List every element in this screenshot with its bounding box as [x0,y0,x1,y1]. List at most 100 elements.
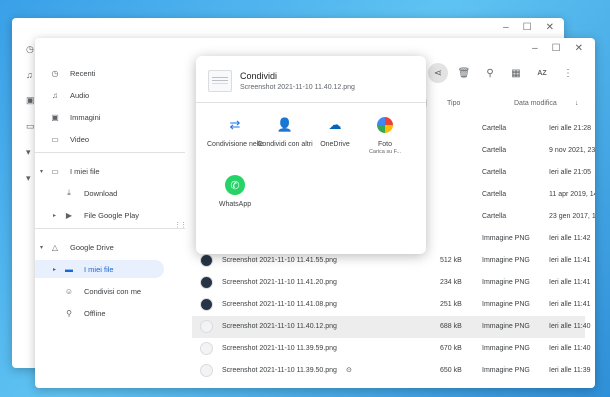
grid-icon: ▦ [511,67,521,79]
file-type: Immagine PNG [482,323,530,330]
video-icon: ▭ [26,121,35,131]
share-divider [196,102,426,103]
sidebar-divider [35,228,185,229]
file-date: Ieri alle 21:05 [549,169,592,176]
sidebar-item-google-drive[interactable]: ▾ △ Google Drive [40,238,114,256]
image-icon: ▣ [26,95,35,105]
file-type: Immagine PNG [482,367,530,374]
file-thumbnail [200,342,213,355]
sidebar-item-shared-with-me[interactable]: ☺ Condivisi con me [63,282,141,300]
close-button[interactable]: ✕ [546,22,554,33]
column-date-modified[interactable]: Data modifica [514,100,557,107]
share-target-whatsapp[interactable]: ✆ WhatsApp [207,174,263,209]
share-target-photos[interactable]: Foto Carica su F... [357,114,413,155]
folder-icon: ▬ [65,264,73,274]
chevron-right-icon[interactable]: ▸ [53,212,56,219]
drive-icon: △ [51,242,59,252]
file-type: Immagine PNG [482,279,530,286]
more-vert-icon: ⋮ [563,67,573,79]
headphones-icon: ♫ [52,90,58,100]
share-icon: ⋖ [433,67,443,79]
background-sidebar: ◷ ♫ ▣ ▭ ▾ ▾ [26,44,35,184]
file-type: Cartella [482,169,507,176]
file-size: 650 kB [440,367,462,374]
share-target-sublabel: Carica su F... [368,149,402,155]
sidebar-item-play-files[interactable]: ▸ ▶ File Google Play [53,206,139,224]
search-icon: ⚲ [486,67,494,79]
table-row[interactable]: Screenshot 2021-11-10 11.39.50.png 650 kB… [192,360,591,382]
maximize-button[interactable]: ☐ [552,43,561,54]
sidebar-item-video[interactable]: ▭ Video [49,130,89,148]
clock-icon: ◷ [51,68,59,78]
sidebar-item-offline[interactable]: ⚲ Offline [63,304,105,322]
chevron-right-icon[interactable]: ▸ [53,266,56,273]
share-dialog: Condividi Screenshot 2021-11-10 11.40.12… [196,56,426,254]
search-button[interactable]: ⚲ [480,63,500,83]
file-name: Screenshot 2021-11-10 11.40.12.png [222,323,337,330]
sidebar-resize-handle[interactable]: ⋮⋮ [174,221,187,229]
sidebar-item-audio[interactable]: ♫ Audio [49,86,89,104]
sidebar-divider [35,152,185,153]
share-target-label: OneDrive [320,141,350,148]
more-options-button[interactable]: ⋮ [558,63,578,83]
table-row[interactable]: Screenshot 2021-11-10 11.41.20.png 234 kB… [192,272,591,294]
sort-az-icon: AZ [537,69,547,77]
close-button[interactable]: ✕ [575,43,583,54]
table-header: | Tipo Data modifica ↓ [425,98,585,112]
file-size: 688 kB [440,323,462,330]
maximize-button[interactable]: ☐ [523,22,532,33]
share-dialog-title: Condividi [240,71,278,81]
chevron-down-icon[interactable]: ▾ [40,244,43,251]
file-date: 9 nov 2021, 23:08 [549,147,595,154]
video-icon: ▭ [51,134,59,144]
minimize-button[interactable]: – [503,22,509,33]
minimize-button[interactable]: – [532,43,538,54]
share-target-label: WhatsApp [218,201,252,208]
file-type: Immagine PNG [482,345,530,352]
sidebar-item-images[interactable]: ▣ Immagini [49,108,100,126]
grid-view-button[interactable]: ▦ [506,63,526,83]
sidebar-item-my-files[interactable]: ▾ ▭ I miei file [40,162,100,180]
file-name: Screenshot 2021-11-10 11.41.20.png [222,279,337,286]
table-row[interactable]: Screenshot 2021-11-10 11.41.08.png 251 kB… [192,294,591,316]
delete-button[interactable]: 🗑 [454,63,474,83]
nearby-share-icon: ⇄ [229,117,241,132]
sidebar-item-label: Download [84,188,118,198]
people-icon: ☺ [64,286,74,296]
sidebar-item-label: I miei file [70,166,100,176]
share-target-onedrive[interactable]: ☁ OneDrive [307,114,363,149]
photos-icon [374,114,396,136]
headphones-icon: ♫ [26,70,33,80]
file-type: Cartella [482,147,507,154]
table-row[interactable]: Screenshot 2021-11-10 11.40.12.png 688 kB… [192,316,591,338]
sidebar-item-label: Google Drive [70,242,114,252]
download-icon: ⤓ [67,188,71,197]
file-date: Ieri alle 11:41 [549,257,591,264]
cloud-icon: ☁ [328,117,342,132]
column-type[interactable]: Tipo [447,100,460,107]
sidebar-item-drive-my-files[interactable]: ▸ ▬ I miei file [35,260,164,278]
offline-status-icon: ⊙ [346,367,352,374]
chevron-down-icon[interactable]: ▾ [40,168,43,175]
sort-arrow-icon[interactable]: ↓ [575,100,579,107]
share-button[interactable]: ⋖ [428,63,448,83]
sidebar-item-label: Immagini [70,112,101,122]
file-date: 11 apr 2019, 14:57 [549,191,595,198]
file-thumbnail [200,254,213,267]
share-target-others[interactable]: 👤 Condividi con altri [257,114,313,149]
table-row[interactable]: Screenshot 2021-11-10 11.39.59.png 670 kB… [192,338,591,360]
sidebar-item-download[interactable]: ⤓ Download [63,184,117,202]
file-name: Screenshot 2021-11-10 11.41.55.png [222,257,337,264]
toolbar: ⋖ 🗑 ⚲ ▦ AZ ⋮ [428,63,584,83]
file-thumbnail [208,70,232,92]
share-file-name: Screenshot 2021-11-10 11.40.12.png [240,84,355,91]
file-date: Ieri alle 11:40 [549,323,591,330]
pin-icon: ⚲ [66,308,72,318]
file-size: 234 kB [440,279,462,286]
file-size: 251 kB [440,301,462,308]
sidebar-item-label: Condivisi con me [84,286,142,296]
share-target-nearby[interactable]: ⇄ Condivisione nelle ... [207,114,263,149]
file-type: Cartella [482,191,507,198]
sort-button[interactable]: AZ [532,63,552,83]
sidebar-item-recent[interactable]: ◷ Recenti [49,64,96,82]
